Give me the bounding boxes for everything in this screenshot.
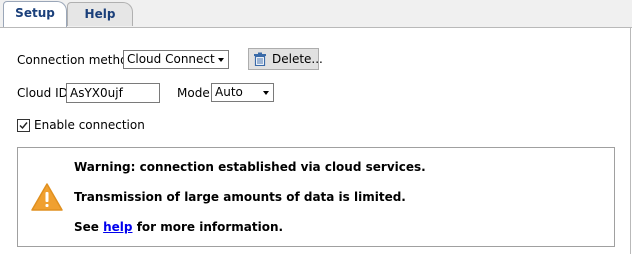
warning-box: Warning: connection established via clou…	[17, 147, 615, 247]
help-link[interactable]: help	[103, 220, 132, 234]
mode-label: Mode:	[177, 86, 214, 100]
chevron-down-icon	[263, 91, 269, 95]
setup-panel: Connection method: Cloud Connect Delete.…	[0, 27, 631, 254]
mode-value: Auto	[215, 85, 243, 99]
checkmark-icon	[19, 122, 28, 130]
connection-method-label: Connection method:	[17, 53, 140, 67]
trash-icon	[253, 52, 267, 67]
warning-line-2: Transmission of large amounts of data is…	[74, 190, 406, 204]
warning-more-info-text: for more information.	[136, 220, 284, 234]
enable-connection-label: Enable connection	[34, 118, 145, 132]
warning-see-text: See	[74, 220, 99, 234]
warning-icon	[30, 182, 64, 212]
warning-line-1: Warning: connection established via clou…	[74, 160, 426, 174]
enable-connection-checkbox[interactable]	[17, 119, 30, 132]
tab-strip: Setup Help	[0, 0, 632, 28]
connection-method-select[interactable]: Cloud Connect	[123, 50, 229, 69]
warning-line-3: See help for more information.	[74, 219, 283, 235]
tab-setup[interactable]: Setup	[3, 1, 67, 27]
delete-button[interactable]: Delete...	[248, 48, 323, 70]
cloud-id-input[interactable]: AsYX0ujf	[66, 83, 160, 103]
delete-button-label: Delete...	[272, 52, 323, 66]
tab-help[interactable]: Help	[67, 2, 133, 26]
chevron-down-icon	[218, 58, 224, 62]
connection-method-value: Cloud Connect	[127, 52, 215, 66]
mode-select[interactable]: Auto	[211, 83, 274, 102]
cloud-id-label: Cloud ID:	[17, 86, 72, 100]
